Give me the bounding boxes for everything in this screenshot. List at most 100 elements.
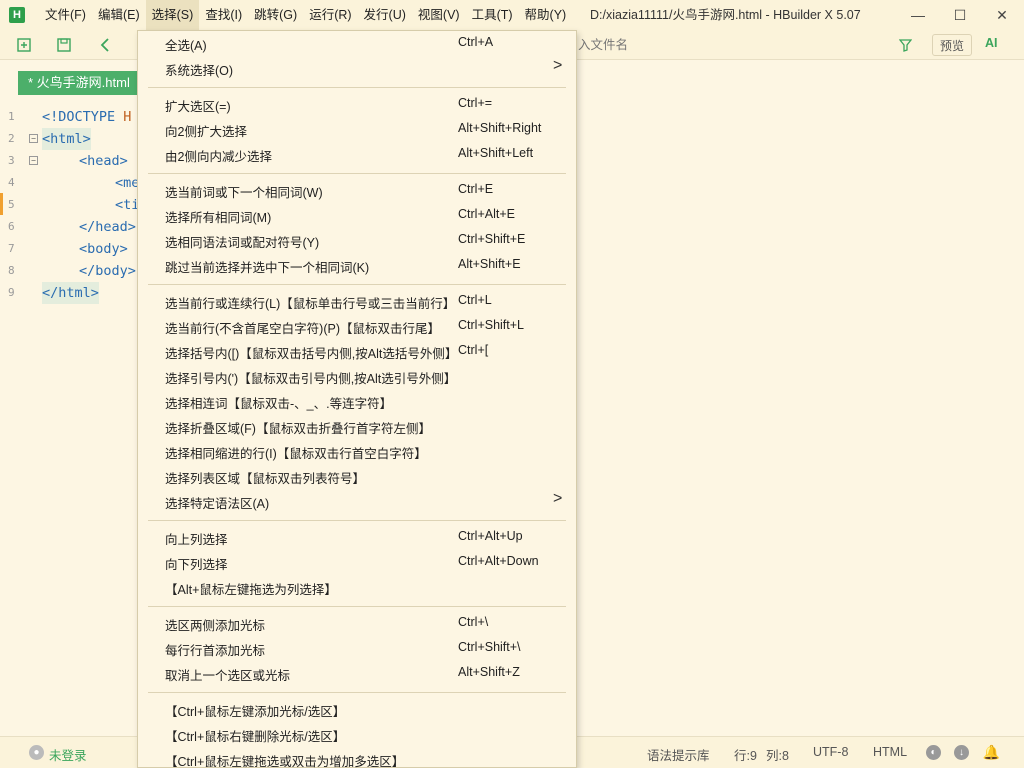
download-icon[interactable]: ↓: [954, 745, 969, 760]
menu-publish[interactable]: 发行(U): [358, 0, 412, 30]
submenu-arrow-icon: >: [553, 57, 563, 74]
line-number[interactable]: 2: [8, 128, 24, 150]
menu-run[interactable]: 运行(R): [303, 0, 357, 30]
code-text: </body>: [79, 263, 136, 279]
separator: [148, 173, 566, 174]
menu-item-select-line-trimmed[interactable]: 选当前行(不含首尾空白字符)(P)【鼠标双击行尾】 Ctrl+Shift+L: [138, 314, 576, 339]
line-number[interactable]: 7: [8, 238, 24, 260]
syntax-library[interactable]: 语法提示库: [647, 745, 710, 764]
menu-item-column-select-down[interactable]: 向下列选择 Ctrl+Alt+Down: [138, 550, 576, 575]
new-file-icon[interactable]: [14, 35, 34, 55]
menu-item-ctrl-rightclick-remove-cursor[interactable]: 【Ctrl+鼠标右键删除光标/选区】: [138, 722, 576, 747]
menu-item-select-all-same-words[interactable]: 选择所有相同词(M) Ctrl+Alt+E: [138, 203, 576, 228]
code-text: <html>: [42, 128, 91, 150]
menu-item-alt-drag-column-select[interactable]: 【Alt+鼠标左键拖选为列选择】: [138, 575, 576, 600]
menu-item-select-line[interactable]: 选当前行或连续行(L)【鼠标单击行号或三击当前行】 Ctrl+L: [138, 289, 576, 314]
code-line: 5 <ti: [0, 194, 140, 216]
line-number[interactable]: 4: [8, 172, 24, 194]
separator: [148, 606, 566, 607]
filter-icon[interactable]: [895, 35, 915, 55]
window-title: D:/xiazia11111/火鸟手游网.html - HBuilder X 5…: [590, 8, 861, 22]
menu-item-select-syntax-region[interactable]: 选择特定语法区(A) >: [138, 489, 576, 514]
code-line: 3 − <head>: [0, 150, 140, 172]
line-number[interactable]: 9: [8, 282, 24, 304]
maximize-button[interactable]: ☐: [940, 0, 980, 30]
menu-item-add-cursor-both-sides[interactable]: 选区两侧添加光标 Ctrl+\: [138, 611, 576, 636]
language-mode[interactable]: HTML: [873, 745, 907, 759]
menu-view[interactable]: 视图(V): [412, 0, 466, 30]
menu-item-select-in-quotes[interactable]: 选择引号内(')【鼠标双击引号内侧,按Alt选引号外侧】: [138, 364, 576, 389]
code-text: <body>: [79, 241, 128, 257]
menu-item-select-fold-region[interactable]: 选择折叠区域(F)【鼠标双击折叠行首字符左侧】: [138, 414, 576, 439]
code-line: 9 </html>: [0, 282, 140, 304]
menu-item-add-cursor-line-start[interactable]: 每行行首添加光标 Ctrl+Shift+\: [138, 636, 576, 661]
line-number[interactable]: 3: [8, 150, 24, 172]
save-icon[interactable]: [54, 35, 74, 55]
code-text: </html>: [42, 282, 99, 304]
code-text-tail: H: [123, 109, 132, 125]
menu-item-expand-selection[interactable]: 扩大选区(=) Ctrl+=: [138, 92, 576, 117]
hbuilder-logo-icon: H: [9, 7, 25, 23]
code-editor[interactable]: 1 <!DOCTYPE H 2 − <html> 3 − <head> 4 <m…: [0, 104, 140, 724]
code-text: </head>: [79, 219, 136, 235]
fold-toggle-icon[interactable]: −: [29, 134, 38, 143]
file-search-input[interactable]: [578, 35, 918, 55]
code-line: 4 <me: [0, 172, 140, 194]
code-line: 1 <!DOCTYPE H: [0, 106, 140, 128]
message-icon[interactable]: ◐: [926, 745, 941, 760]
line-number[interactable]: 1: [8, 106, 24, 128]
login-status[interactable]: 未登录: [49, 745, 87, 764]
minimize-button[interactable]: —: [898, 0, 938, 30]
bell-icon[interactable]: 🔔: [983, 744, 1000, 760]
line-number[interactable]: 6: [8, 216, 24, 238]
menu-goto[interactable]: 跳转(G): [248, 0, 303, 30]
code-text: <!DOCTYPE: [42, 109, 124, 125]
separator: [148, 692, 566, 693]
menu-item-skip-and-select-next[interactable]: 跳过当前选择并选中下一个相同词(K) Alt+Shift+E: [138, 253, 576, 278]
code-text: <head>: [79, 153, 128, 169]
menu-item-select-word[interactable]: 选当前词或下一个相同词(W) Ctrl+E: [138, 178, 576, 203]
menu-item-column-select-up[interactable]: 向上列选择 Ctrl+Alt+Up: [138, 525, 576, 550]
preview-button[interactable]: 预览: [932, 34, 972, 56]
line-number[interactable]: 8: [8, 260, 24, 282]
code-text: <ti: [115, 197, 140, 213]
menu-help[interactable]: 帮助(Y): [519, 0, 573, 30]
code-line: 7 <body>: [0, 238, 140, 260]
encoding[interactable]: UTF-8: [813, 745, 848, 759]
menu-file[interactable]: 文件(F): [39, 0, 92, 30]
back-icon[interactable]: [95, 35, 115, 55]
menu-select[interactable]: 选择(S): [145, 0, 200, 30]
separator: [148, 87, 566, 88]
code-text: <me: [115, 175, 140, 191]
code-line: 6 </head>: [0, 216, 140, 238]
fold-toggle-icon[interactable]: −: [29, 156, 38, 165]
menu-item-shrink-selection[interactable]: 由2侧向内减少选择 Alt+Shift+Left: [138, 142, 576, 167]
menu-item-select-list-region[interactable]: 选择列表区域【鼠标双击列表符号】: [138, 464, 576, 489]
menu-item-select-same-indent[interactable]: 选择相同缩进的行(I)【鼠标双击行首空白字符】: [138, 439, 576, 464]
cursor-column[interactable]: 列:8: [766, 745, 789, 764]
user-icon[interactable]: ●: [29, 745, 44, 760]
menu-edit[interactable]: 编辑(E): [92, 0, 146, 30]
title-bar: H 文件(F) 编辑(E) 选择(S) 查找(I) 跳转(G) 运行(R) 发行…: [0, 0, 1024, 30]
separator: [148, 520, 566, 521]
submenu-arrow-icon: >: [553, 490, 563, 507]
menu-item-undo-last-cursor[interactable]: 取消上一个选区或光标 Alt+Shift+Z: [138, 661, 576, 686]
menu-item-select-syntax-word[interactable]: 选相同语法词或配对符号(Y) Ctrl+Shift+E: [138, 228, 576, 253]
menu-item-expand-both-sides[interactable]: 向2侧扩大选择 Alt+Shift+Right: [138, 117, 576, 142]
menu-item-select-all[interactable]: 全选(A) Ctrl+A: [138, 31, 576, 56]
menu-item-ctrl-drag-multi-select[interactable]: 【Ctrl+鼠标左键拖选或双击为增加多选区】: [138, 747, 576, 768]
code-line: 2 − <html>: [0, 128, 140, 150]
code-line: 8 </body>: [0, 260, 140, 282]
menu-tools[interactable]: 工具(T): [466, 0, 519, 30]
menu-find[interactable]: 查找(I): [199, 0, 248, 30]
selection-dropdown-menu: 全选(A) Ctrl+A 系统选择(O) > 扩大选区(=) Ctrl+= 向2…: [137, 30, 577, 768]
cursor-line[interactable]: 行:9: [734, 745, 757, 764]
ai-button[interactable]: AI: [985, 36, 998, 50]
menu-item-system-select[interactable]: 系统选择(O) >: [138, 56, 576, 81]
menu-item-ctrl-click-add-cursor[interactable]: 【Ctrl+鼠标左键添加光标/选区】: [138, 697, 576, 722]
close-button[interactable]: ✕: [982, 0, 1022, 30]
tab-file[interactable]: * 火鸟手游网.html: [18, 71, 140, 95]
menu-item-select-connected-word[interactable]: 选择相连词【鼠标双击-、_、.等连字符】: [138, 389, 576, 414]
menu-item-select-in-brackets[interactable]: 选择括号内([)【鼠标双击括号内侧,按Alt选括号外侧】 Ctrl+[: [138, 339, 576, 364]
line-number[interactable]: 5: [8, 194, 24, 216]
